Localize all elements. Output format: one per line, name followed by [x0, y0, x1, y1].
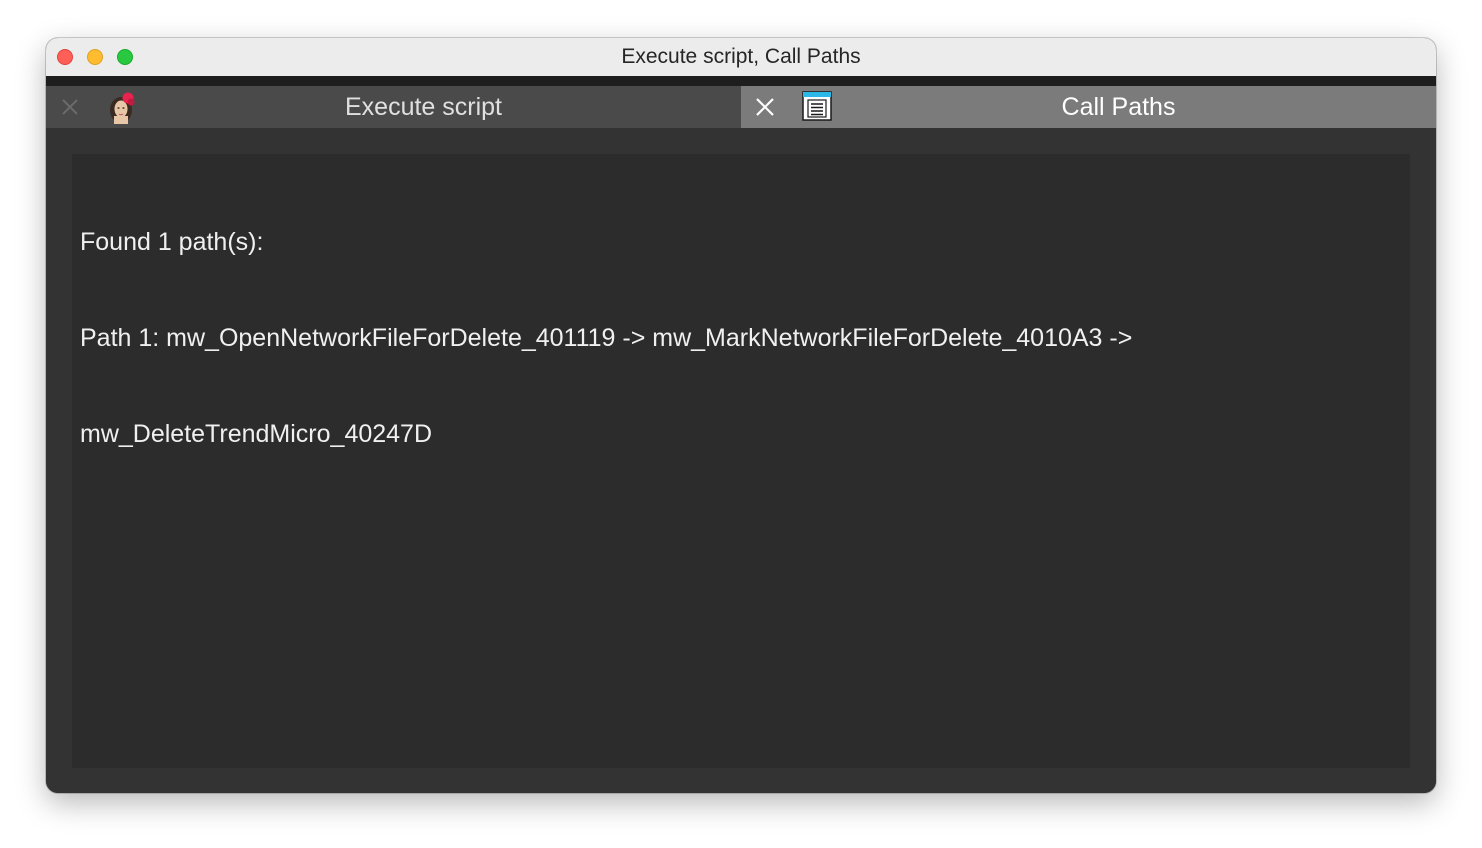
tab-bar: Execute script Call Paths	[46, 86, 1436, 128]
output-text-panel[interactable]: Found 1 path(s): Path 1: mw_OpenNetworkF…	[72, 154, 1410, 768]
app-window: Execute script, Call Paths Execute scrip…	[46, 38, 1436, 793]
output-line: Path 1: mw_OpenNetworkFileForDelete_4011…	[80, 324, 1133, 352]
title-divider	[46, 76, 1436, 86]
close-icon[interactable]	[57, 94, 83, 120]
tab-call-paths[interactable]: Call Paths	[741, 86, 1436, 128]
output-line: Found 1 path(s):	[80, 228, 264, 256]
content-area: Found 1 path(s): Path 1: mw_OpenNetworkF…	[46, 128, 1436, 793]
tab-execute-script[interactable]: Execute script	[46, 86, 741, 128]
tab-label: Execute script	[344, 93, 502, 121]
close-icon[interactable]	[752, 94, 778, 120]
window-title: Execute script, Call Paths	[621, 45, 861, 68]
tab-label: Call Paths	[1061, 93, 1176, 121]
output-line: mw_DeleteTrendMicro_40247D	[80, 420, 433, 448]
title-bar[interactable]: Execute script, Call Paths	[46, 38, 1436, 77]
